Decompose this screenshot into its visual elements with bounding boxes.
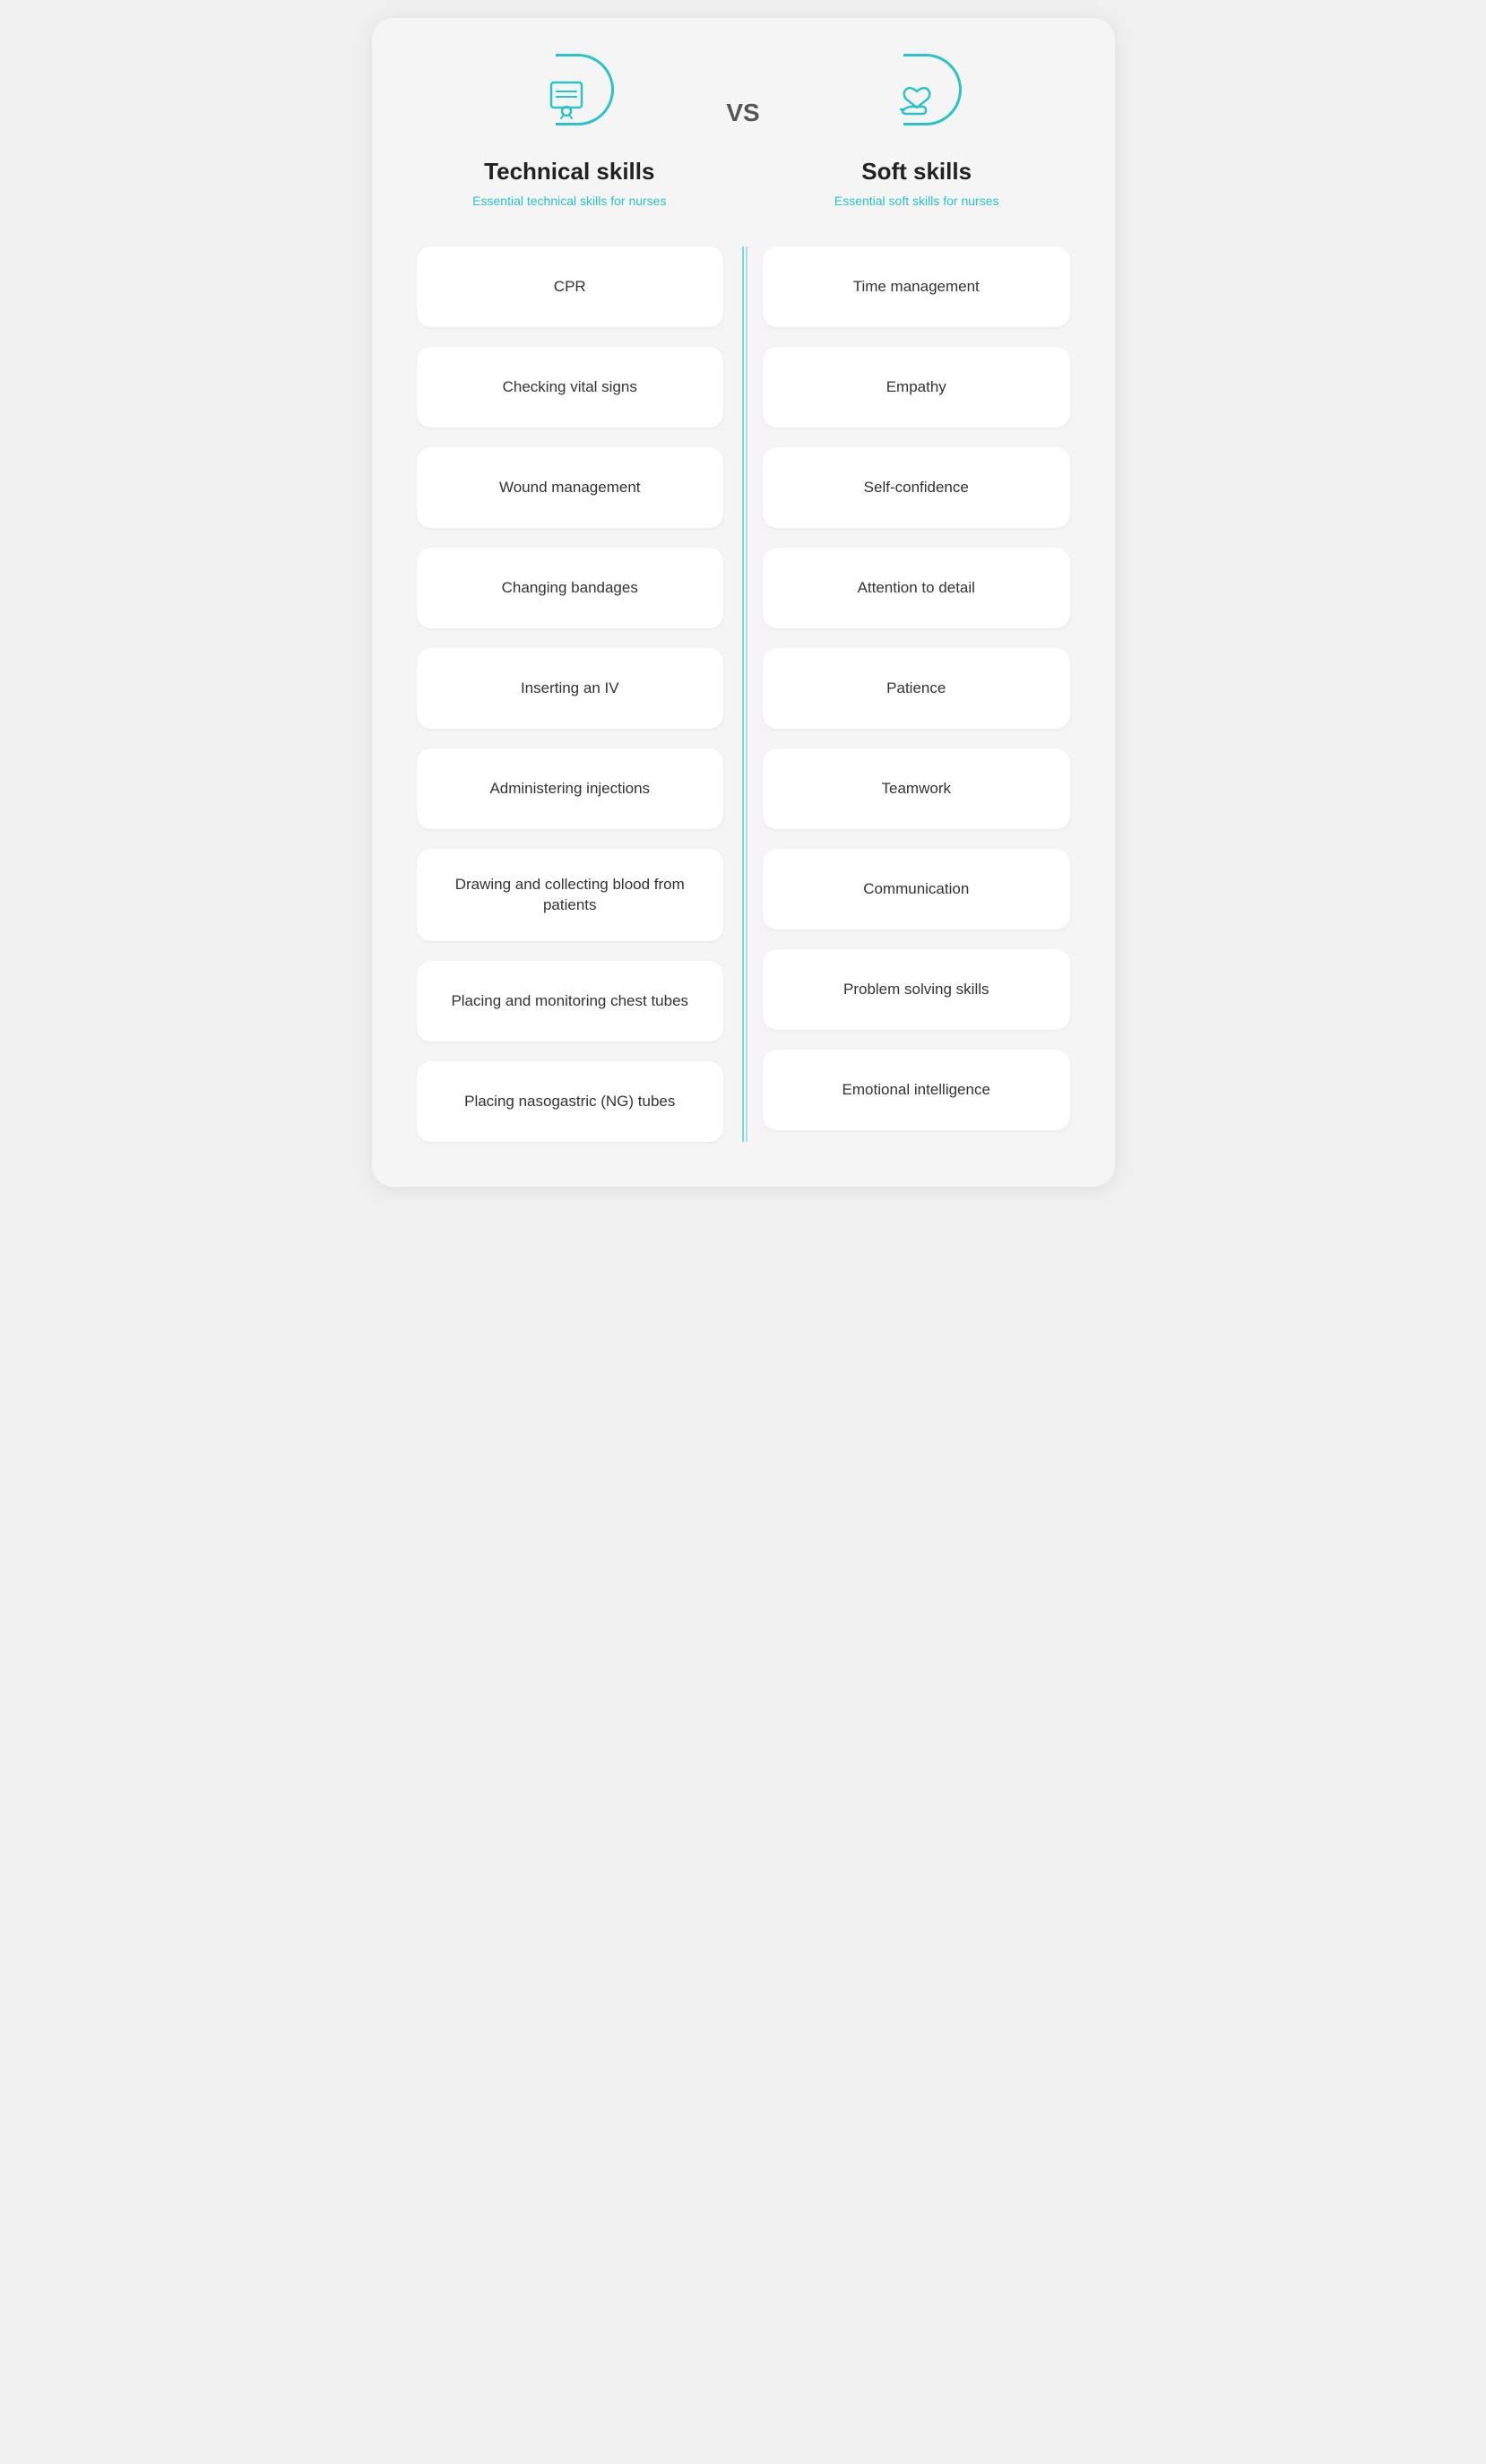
technical-skill-card: Wound management [417,447,724,528]
technical-skill-card: Placing nasogastric (NG) tubes [417,1061,724,1142]
soft-skill-card: Problem solving skills [763,949,1070,1030]
soft-arc-decoration [903,54,962,125]
technical-skill-card: Placing and monitoring chest tubes [417,961,724,1042]
soft-skill-text: Communication [863,878,969,900]
soft-skill-text: Problem solving skills [843,979,989,1000]
technical-skill-card: Drawing and collecting blood from patien… [417,849,724,942]
soft-skills-col: Time management Empathy Self-confidence Att… [745,246,1088,1143]
soft-icon-container [872,54,962,143]
soft-skill-text: Teamwork [882,778,951,800]
technical-skill-card: Inserting an IV [417,648,724,729]
soft-skill-card: Self-confidence [763,447,1070,528]
vs-label: VS [708,99,777,127]
technical-skill-text: Inserting an IV [521,678,619,699]
content-area: CPR Checking vital signs Wound management C… [399,246,1088,1143]
soft-skill-card: Patience [763,648,1070,729]
technical-skill-text: Administering injections [489,778,650,800]
soft-subtitle: Essential soft skills for nurses [834,193,999,211]
main-card: Technical skills Essential technical ski… [372,18,1115,1187]
soft-skill-card: Emotional intelligence [763,1050,1070,1130]
header: Technical skills Essential technical ski… [399,54,1088,211]
technical-skill-card: CPR [417,246,724,327]
soft-skill-text: Patience [886,678,946,699]
soft-title: Soft skills [861,158,972,186]
technical-subtitle: Essential technical skills for nurses [472,193,666,211]
technical-skills-col: CPR Checking vital signs Wound management C… [399,246,742,1143]
technical-skill-text: Checking vital signs [503,376,637,398]
soft-skill-text: Time management [853,276,980,298]
technical-skill-card: Changing bandages [417,548,724,628]
technical-skill-text: Drawing and collecting blood from patien… [435,874,706,917]
soft-skill-card: Teamwork [763,748,1070,829]
soft-skill-text: Attention to detail [858,577,975,599]
technical-title: Technical skills [484,158,654,186]
soft-skill-card: Communication [763,849,1070,929]
technical-skill-text: Placing nasogastric (NG) tubes [464,1091,675,1112]
soft-skill-text: Emotional intelligence [842,1079,990,1101]
technical-skill-card: Administering injections [417,748,724,829]
soft-skill-card: Empathy [763,347,1070,428]
soft-skill-card: Attention to detail [763,548,1070,628]
technical-header-col: Technical skills Essential technical ski… [430,54,708,211]
soft-skill-text: Self-confidence [864,477,969,498]
soft-skill-card: Time management [763,246,1070,327]
technical-icon-container [524,54,614,143]
soft-header-col: Soft skills Essential soft skills for nu… [778,54,1056,211]
technical-arc-decoration [556,54,614,125]
technical-skill-card: Checking vital signs [417,347,724,428]
technical-skill-text: Changing bandages [502,577,638,599]
technical-skill-text: CPR [554,276,586,298]
technical-skill-text: Placing and monitoring chest tubes [451,990,688,1012]
column-divider [741,246,745,1143]
technical-skill-text: Wound management [499,477,641,498]
soft-skill-text: Empathy [886,376,946,398]
